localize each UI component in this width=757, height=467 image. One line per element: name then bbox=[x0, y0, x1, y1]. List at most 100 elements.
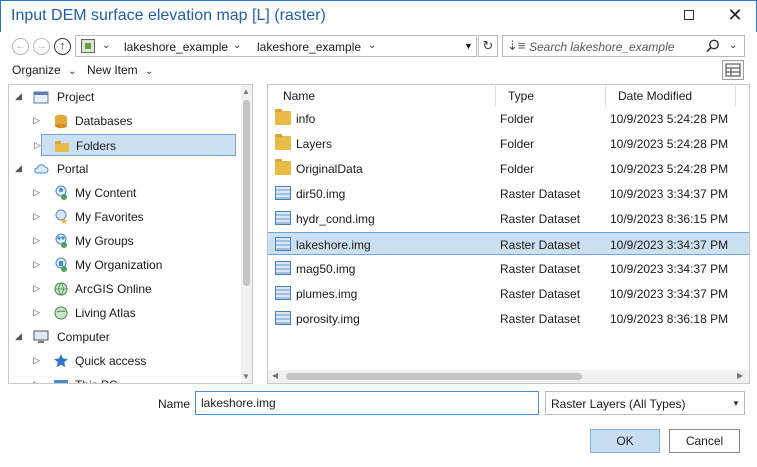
breadcrumb-item[interactable]: lakeshore_example bbox=[124, 40, 228, 54]
column-header-name[interactable]: Name bbox=[283, 88, 315, 108]
scroll-thumb[interactable] bbox=[243, 100, 250, 286]
table-row[interactable]: dir50.img Raster Dataset 10/9/2023 3:34:37… bbox=[268, 182, 749, 205]
title-bar: Input DEM surface elevation map [L] (ras… bbox=[0, 0, 757, 32]
dropdown-arrow-icon[interactable]: ▼ bbox=[732, 399, 740, 408]
globe-icon bbox=[53, 281, 69, 297]
sort-icon[interactable]: ⇣≡ bbox=[507, 38, 525, 54]
view-toggle-button[interactable] bbox=[722, 60, 744, 80]
expand-arrow-icon[interactable]: ▷ bbox=[33, 283, 40, 294]
tree-item-living-atlas[interactable]: ▷ Living Atlas bbox=[9, 302, 234, 324]
table-row[interactable]: plumes.img Raster Dataset 10/9/2023 3:34:3… bbox=[268, 282, 749, 305]
cell-type: Raster Dataset bbox=[500, 287, 581, 301]
details-view-icon bbox=[725, 63, 741, 77]
list-scrollbar[interactable]: ◀ ▶ bbox=[268, 370, 749, 383]
cell-name: lakeshore.img bbox=[296, 238, 371, 252]
search-box[interactable]: ⇣≡ ⌄ bbox=[502, 35, 745, 57]
expand-arrow-icon[interactable]: ▷ bbox=[33, 379, 40, 383]
cell-type: Folder bbox=[500, 137, 535, 151]
search-input[interactable] bbox=[529, 39, 699, 55]
cell-type: Raster Dataset bbox=[500, 187, 581, 201]
tree-item-portal[interactable]: ◢ Portal bbox=[9, 158, 234, 180]
tree-item-label: Living Atlas bbox=[75, 306, 136, 320]
up-button[interactable]: ↑ bbox=[54, 38, 71, 55]
tree-item-this-pc[interactable]: ▷ This PC bbox=[9, 374, 234, 383]
map-icon bbox=[81, 39, 95, 53]
cell-date: 10/9/2023 8:36:15 PM bbox=[610, 212, 729, 226]
table-row[interactable]: OriginalData Folder 10/9/2023 5:24:28 PM bbox=[268, 157, 749, 180]
cell-name: hydr_cond.img bbox=[296, 212, 375, 226]
cancel-button[interactable]: Cancel bbox=[669, 429, 740, 453]
search-icon[interactable] bbox=[705, 38, 721, 54]
chevron-down-icon[interactable]: ⌄ bbox=[68, 66, 76, 77]
chevron-down-icon[interactable]: ⌄ bbox=[145, 66, 153, 77]
address-bar[interactable]: ⌄ lakeshore_example ⌄ lakeshore_example … bbox=[75, 35, 477, 57]
tree-item-my-organization[interactable]: ▷ My Organization bbox=[9, 254, 234, 276]
expand-arrow-icon[interactable]: ▷ bbox=[33, 235, 40, 246]
organize-menu[interactable]: Organize bbox=[12, 63, 61, 77]
table-row[interactable]: porosity.img Raster Dataset 10/9/2023 8:36… bbox=[268, 307, 749, 330]
expand-arrow-icon[interactable]: ▷ bbox=[33, 211, 40, 222]
tree-item-quick-access[interactable]: ▷ Quick access bbox=[9, 350, 234, 372]
tree-item-my-groups[interactable]: ▷ My Groups bbox=[9, 230, 234, 252]
chevron-down-icon[interactable]: ⌄ bbox=[729, 40, 737, 51]
collapse-arrow-icon[interactable]: ◢ bbox=[15, 163, 22, 174]
table-row[interactable]: hydr_cond.img Raster Dataset 10/9/2023 8:3… bbox=[268, 207, 749, 230]
chevron-down-icon[interactable]: ⌄ bbox=[102, 40, 110, 51]
refresh-button[interactable]: ↻ bbox=[478, 35, 498, 57]
expand-arrow-icon[interactable]: ▷ bbox=[33, 307, 40, 318]
forward-button[interactable]: → bbox=[33, 38, 50, 55]
tree-item-label: My Content bbox=[75, 186, 137, 200]
expand-arrow-icon[interactable]: ▷ bbox=[33, 355, 40, 366]
tree-item-arcgis-online[interactable]: ▷ ArcGIS Online bbox=[9, 278, 234, 300]
tree-scrollbar[interactable]: ▲ ▼ bbox=[241, 85, 252, 383]
scroll-up-icon[interactable]: ▲ bbox=[242, 87, 250, 96]
column-divider[interactable] bbox=[735, 85, 736, 107]
scroll-left-icon[interactable]: ◀ bbox=[272, 371, 278, 380]
tree-item-computer[interactable]: ◢ Computer bbox=[9, 326, 234, 348]
pc-icon bbox=[53, 377, 69, 383]
folder-icon bbox=[275, 159, 291, 175]
tree-item-label: Project bbox=[57, 90, 95, 104]
scroll-thumb[interactable] bbox=[286, 373, 582, 380]
name-input[interactable] bbox=[195, 391, 539, 415]
table-row[interactable]: lakeshore.img Raster Dataset 10/9/2023 3:3… bbox=[268, 232, 749, 255]
scroll-down-icon[interactable]: ▼ bbox=[242, 372, 250, 381]
expand-arrow-icon[interactable]: ▷ bbox=[34, 140, 41, 151]
column-divider[interactable] bbox=[495, 85, 496, 107]
tree-item-my-content[interactable]: ▷ My Content bbox=[9, 182, 234, 204]
tree-item-my-favorites[interactable]: ▷ My Favorites bbox=[9, 206, 234, 228]
table-row[interactable]: info Folder 10/9/2023 5:24:28 PM bbox=[268, 107, 749, 130]
column-header-date[interactable]: Date Modified bbox=[618, 88, 692, 108]
dropdown-arrow-icon[interactable]: ▼ bbox=[464, 41, 473, 51]
column-header-type[interactable]: Type bbox=[508, 88, 534, 108]
expand-arrow-icon[interactable]: ▷ bbox=[33, 187, 40, 198]
tree-item-project[interactable]: ◢ Project bbox=[9, 86, 234, 108]
expand-arrow-icon[interactable]: ▷ bbox=[33, 115, 40, 126]
chevron-down-icon[interactable]: ⌄ bbox=[233, 40, 241, 51]
cell-type: Folder bbox=[500, 162, 535, 176]
cell-type: Raster Dataset bbox=[500, 312, 581, 326]
column-divider[interactable] bbox=[605, 85, 606, 107]
scroll-right-icon[interactable]: ▶ bbox=[737, 371, 743, 380]
collapse-arrow-icon[interactable]: ◢ bbox=[15, 331, 22, 342]
ok-button[interactable]: OK bbox=[590, 429, 660, 453]
tree-item-databases[interactable]: ▷ Databases bbox=[9, 110, 234, 132]
breadcrumb-item[interactable]: lakeshore_example bbox=[257, 40, 361, 54]
tree-item-label: Quick access bbox=[75, 354, 147, 368]
database-icon bbox=[53, 113, 69, 129]
table-row[interactable]: Layers Folder 10/9/2023 5:24:28 PM bbox=[268, 132, 749, 155]
expand-arrow-icon[interactable]: ▷ bbox=[33, 259, 40, 270]
back-button[interactable]: ← bbox=[12, 38, 29, 55]
cell-date: 10/9/2023 3:34:37 PM bbox=[610, 287, 729, 301]
cell-date: 10/9/2023 8:36:18 PM bbox=[610, 312, 729, 326]
chevron-down-icon[interactable]: ⌄ bbox=[368, 40, 376, 51]
table-row[interactable]: mag50.img Raster Dataset 10/9/2023 3:34:37… bbox=[268, 257, 749, 280]
close-icon[interactable]: ✕ bbox=[725, 5, 745, 25]
folder-icon bbox=[275, 134, 291, 150]
maximize-icon[interactable] bbox=[681, 7, 697, 23]
filter-select[interactable]: Raster Layers (All Types) ▼ bbox=[545, 391, 745, 415]
cell-date: 10/9/2023 5:24:28 PM bbox=[610, 112, 729, 126]
new-item-menu[interactable]: New Item bbox=[87, 63, 138, 77]
tree-item-folders[interactable]: ▷ Folders bbox=[34, 134, 236, 156]
collapse-arrow-icon[interactable]: ◢ bbox=[15, 91, 22, 102]
